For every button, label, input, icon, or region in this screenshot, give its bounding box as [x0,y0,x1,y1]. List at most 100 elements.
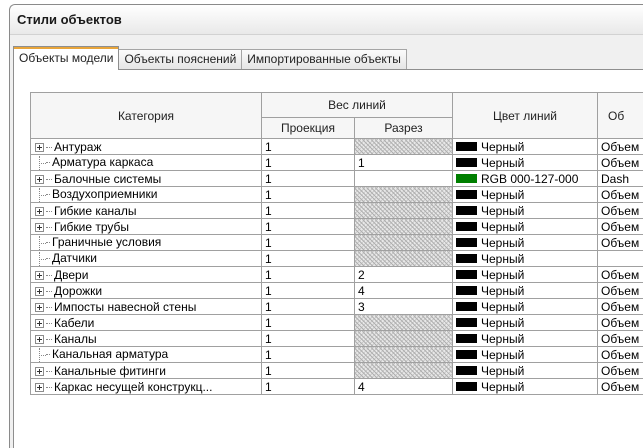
tab-annotation-objects[interactable]: Объекты пояснений [118,49,243,70]
table-row[interactable]: Каркас несущей конструкц... 1 4 Черный Объем [30,378,643,395]
projection-weight-cell[interactable]: 1 [261,314,355,331]
projection-weight-cell[interactable]: 1 [261,298,355,315]
expand-icon[interactable] [35,222,44,232]
column-header-line-pattern[interactable]: Об [597,92,643,139]
line-pattern-cell[interactable]: Объем [597,282,643,299]
table-row[interactable]: Антураж 1 Черный Объем [30,138,643,155]
category-cell[interactable]: Дорожки [30,282,262,299]
cut-weight-cell[interactable]: 4 [354,378,453,395]
expand-icon[interactable] [35,334,44,344]
line-pattern-cell[interactable]: Объем [597,362,643,379]
line-pattern-cell[interactable] [597,250,643,267]
projection-weight-cell[interactable]: 1 [261,282,355,299]
expand-icon[interactable] [35,286,44,296]
line-color-cell[interactable]: Черный [452,234,598,251]
column-header-projection[interactable]: Проекция [261,117,355,139]
expand-icon[interactable] [35,142,44,152]
line-pattern-cell[interactable]: Объем [597,378,643,395]
projection-weight-cell[interactable]: 1 [261,378,355,395]
projection-weight-cell[interactable]: 1 [261,138,355,155]
line-pattern-cell[interactable]: Объем [597,186,643,203]
expand-icon[interactable] [35,174,44,184]
projection-weight-cell[interactable]: 1 [261,362,355,379]
projection-weight-cell[interactable]: 1 [261,218,355,235]
table-row[interactable]: Канальная арматура 1 Черный Объем [30,346,643,363]
line-color-cell[interactable]: Черный [452,266,598,283]
table-row[interactable]: Канальные фитинги 1 Черный Объем [30,362,643,379]
table-row[interactable]: Дорожки 1 4 Черный Объем [30,282,643,299]
table-row[interactable]: Каналы 1 Черный Объем [30,330,643,347]
category-cell[interactable]: Кабели [30,314,262,331]
category-cell[interactable]: Каркас несущей конструкц... [30,378,262,395]
cut-weight-cell[interactable]: 1 [354,154,453,171]
expand-icon[interactable] [35,366,44,376]
category-cell[interactable]: Датчики [30,250,262,267]
category-cell[interactable]: Балочные системы [30,170,262,187]
line-pattern-cell[interactable]: Объем [597,298,643,315]
line-color-cell[interactable]: Черный [452,330,598,347]
table-row[interactable]: Гибкие трубы 1 Черный Объем [30,218,643,235]
table-row[interactable]: Граничные условия 1 Черный Объем [30,234,643,251]
tab-imported-objects[interactable]: Импортированные объекты [241,49,407,70]
table-row[interactable]: Датчики 1 Черный [30,250,643,267]
projection-weight-cell[interactable]: 1 [261,330,355,347]
cut-weight-cell[interactable]: 4 [354,282,453,299]
table-row[interactable]: Арматура каркаса 1 1 Черный Объем [30,154,643,171]
line-pattern-cell[interactable]: Dash [597,170,643,187]
projection-weight-cell[interactable]: 1 [261,186,355,203]
line-pattern-cell[interactable]: Объем [597,234,643,251]
line-color-cell[interactable]: Черный [452,138,598,155]
line-pattern-cell[interactable]: Объем [597,330,643,347]
line-color-cell[interactable]: Черный [452,378,598,395]
line-pattern-cell[interactable]: Объем [597,154,643,171]
line-color-cell[interactable]: Черный [452,346,598,363]
line-color-cell[interactable]: Черный [452,202,598,219]
cut-weight-cell[interactable]: 3 [354,298,453,315]
projection-weight-cell[interactable]: 1 [261,234,355,251]
column-header-cut[interactable]: Разрез [354,117,453,139]
category-cell[interactable]: Граничные условия [30,234,262,251]
table-row[interactable]: Балочные системы 1 RGB 000-127-000 Dash [30,170,643,187]
category-cell[interactable]: Импосты навесной стены [30,298,262,315]
category-cell[interactable]: Воздухоприемники [30,186,262,203]
table-row[interactable]: Импосты навесной стены 1 3 Черный Объем [30,298,643,315]
expand-icon[interactable] [35,206,44,216]
line-pattern-cell[interactable]: Объем [597,138,643,155]
expand-icon[interactable] [35,318,44,328]
cut-weight-cell[interactable]: 2 [354,266,453,283]
expand-icon[interactable] [35,270,44,280]
category-cell[interactable]: Канальные фитинги [30,362,262,379]
line-color-cell[interactable]: Черный [452,282,598,299]
category-cell[interactable]: Гибкие каналы [30,202,262,219]
projection-weight-cell[interactable]: 1 [261,154,355,171]
column-header-line-color[interactable]: Цвет линий [452,92,598,139]
line-pattern-cell[interactable]: Объем [597,346,643,363]
line-color-cell[interactable]: Черный [452,314,598,331]
category-cell[interactable]: Арматура каркаса [30,154,262,171]
line-color-cell[interactable]: Черный [452,218,598,235]
line-pattern-cell[interactable]: Объем [597,202,643,219]
cut-weight-cell[interactable] [354,170,453,187]
title-bar[interactable]: Стили объектов [10,5,643,35]
expand-icon[interactable] [35,382,44,392]
category-cell[interactable]: Двери [30,266,262,283]
projection-weight-cell[interactable]: 1 [261,266,355,283]
table-row[interactable]: Двери 1 2 Черный Объем [30,266,643,283]
line-color-cell[interactable]: Черный [452,186,598,203]
line-pattern-cell[interactable]: Объем [597,218,643,235]
line-pattern-cell[interactable]: Объем [597,266,643,283]
line-color-cell[interactable]: Черный [452,250,598,267]
category-cell[interactable]: Антураж [30,138,262,155]
expand-icon[interactable] [35,302,44,312]
line-color-cell[interactable]: RGB 000-127-000 [452,170,598,187]
column-header-category[interactable]: Категория [30,92,262,139]
line-color-cell[interactable]: Черный [452,154,598,171]
table-row[interactable]: Гибкие каналы 1 Черный Объем [30,202,643,219]
line-color-cell[interactable]: Черный [452,362,598,379]
category-cell[interactable]: Гибкие трубы [30,218,262,235]
table-row[interactable]: Кабели 1 Черный Объем [30,314,643,331]
table-row[interactable]: Воздухоприемники 1 Черный Объем [30,186,643,203]
tab-model-objects[interactable]: Объекты модели [13,46,120,70]
category-cell[interactable]: Каналы [30,330,262,347]
projection-weight-cell[interactable]: 1 [261,170,355,187]
